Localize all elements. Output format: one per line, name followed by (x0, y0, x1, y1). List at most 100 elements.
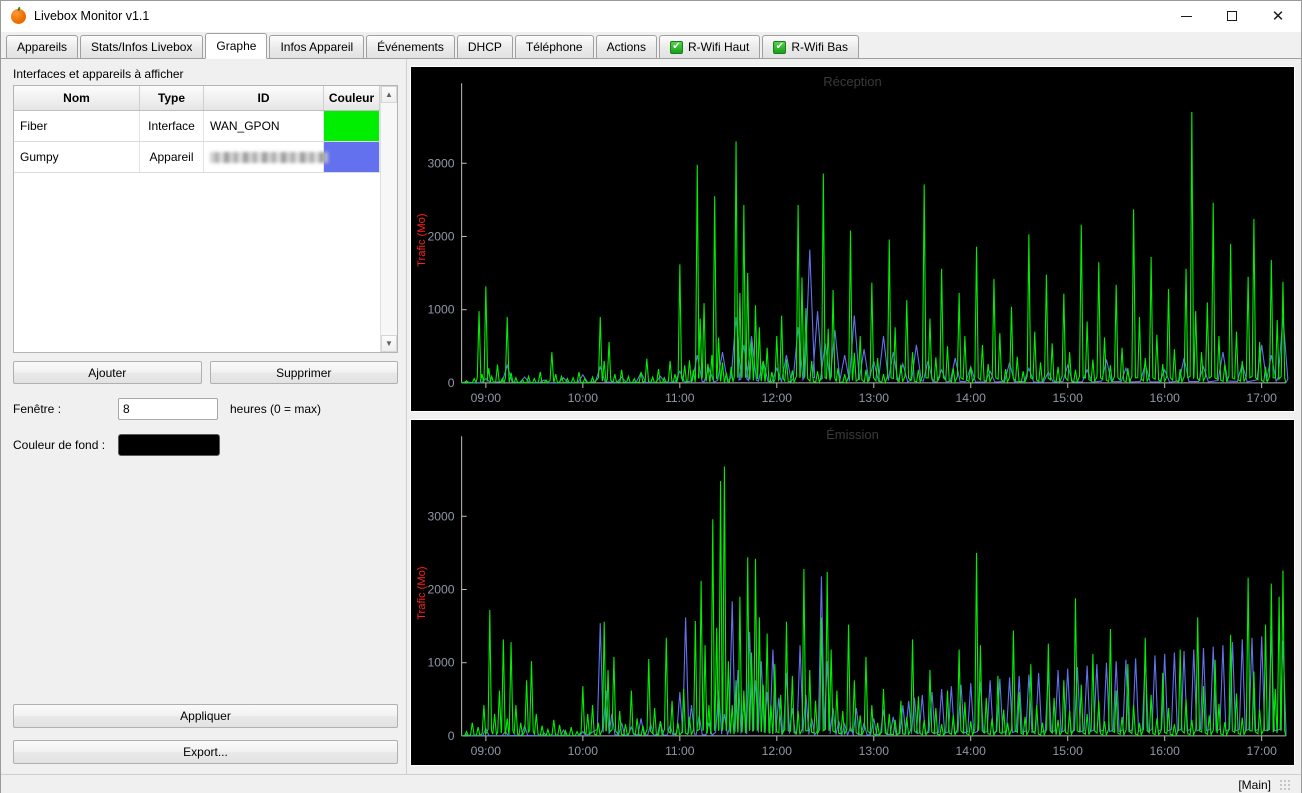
color-swatch[interactable] (324, 110, 379, 141)
svg-text:2000: 2000 (428, 583, 455, 597)
tab-label: R-Wifi Bas (791, 40, 848, 54)
tab-label: Téléphone (525, 40, 583, 54)
svg-text:3000: 3000 (428, 510, 455, 524)
svg-text:09:00: 09:00 (471, 391, 502, 405)
svg-text:Trafic (Mo): Trafic (Mo) (416, 213, 428, 267)
svg-text:16:00: 16:00 (1149, 744, 1180, 758)
column-header-type[interactable]: Type (139, 86, 204, 111)
app-logo-icon (11, 8, 26, 24)
svg-text:10:00: 10:00 (568, 744, 599, 758)
svg-text:13:00: 13:00 (859, 391, 890, 405)
tab-label: Actions (606, 40, 646, 54)
column-header-id[interactable]: ID (203, 86, 324, 111)
svg-text:3000: 3000 (428, 156, 455, 170)
tab-label: Graphe (216, 39, 257, 53)
svg-text:Trafic (Mo): Trafic (Mo) (416, 566, 428, 620)
svg-text:14:00: 14:00 (956, 391, 987, 405)
emission-chart-plot: 0 1000 2000 3000 Trafic (Mo) 09:00 10:00 11:00 1… (416, 436, 1294, 758)
svg-text:12:00: 12:00 (762, 744, 793, 758)
tab-label: Infos Appareil (280, 40, 354, 54)
svg-text:11:00: 11:00 (665, 391, 695, 405)
svg-text:09:00: 09:00 (471, 744, 502, 758)
svg-text:0: 0 (448, 729, 455, 743)
svg-text:17:00: 17:00 (1246, 391, 1277, 405)
check-icon: ✔ (669, 40, 683, 54)
svg-text:17:00: 17:00 (1246, 744, 1277, 758)
tab-stats-infos-livebox[interactable]: Stats/Infos Livebox (80, 35, 204, 58)
table-actions: Ajouter Supprimer (13, 361, 398, 384)
svg-text:2000: 2000 (428, 230, 455, 244)
svg-text:14:00: 14:00 (956, 744, 987, 758)
cell-type: Interface (139, 110, 204, 142)
tab-label: DHCP (467, 40, 502, 54)
cell-couleur[interactable] (323, 110, 380, 142)
status-bar: [Main] (1, 773, 1301, 793)
minimize-button[interactable] (1163, 1, 1209, 32)
resize-grip-icon[interactable] (1279, 779, 1291, 792)
cell-couleur[interactable] (323, 141, 380, 173)
tab-t-l-phone[interactable]: Téléphone (514, 35, 594, 58)
column-header-nom[interactable]: Nom (14, 86, 140, 111)
tab-v-nements[interactable]: Événements (366, 35, 455, 58)
tab-graphe[interactable]: Graphe (205, 33, 268, 59)
window-hours-input[interactable] (118, 398, 218, 420)
scroll-down-icon[interactable]: ▼ (381, 335, 397, 352)
cell-nom: Fiber (14, 110, 140, 142)
apply-button[interactable]: Appliquer (13, 703, 398, 728)
tab-label: R-Wifi Haut (687, 40, 750, 54)
redacted-id (210, 151, 328, 163)
tab-dhcp[interactable]: DHCP (456, 35, 513, 58)
export-button[interactable]: Export... (13, 739, 398, 764)
cell-nom: Gumpy (14, 141, 140, 173)
emission-chart[interactable]: Émission 0 1000 2000 3000 Trafic (Mo) 09:00 10… (410, 419, 1295, 766)
section-label: Interfaces et appareils à afficher (13, 67, 184, 81)
add-button[interactable]: Ajouter (13, 361, 202, 384)
svg-text:15:00: 15:00 (1053, 391, 1084, 405)
maximize-icon (1227, 11, 1237, 21)
close-icon: ✕ (1271, 6, 1285, 25)
svg-text:16:00: 16:00 (1149, 391, 1180, 405)
close-button[interactable]: ✕ (1255, 1, 1301, 32)
svg-text:1000: 1000 (428, 656, 455, 670)
tab-infos-appareil[interactable]: Infos Appareil (269, 35, 365, 58)
svg-text:11:00: 11:00 (665, 744, 695, 758)
cell-type: Appareil (139, 141, 204, 173)
table-row[interactable]: Gumpy Appareil (14, 141, 380, 173)
charts-panel: Réception 0 1000 2000 3000 Trafic (Mo) 09:00 1… (407, 59, 1301, 774)
background-color-row: Couleur de fond : (13, 434, 398, 456)
tab-r-wifi-haut[interactable]: ✔ R-Wifi Haut (658, 35, 761, 58)
window-hours-row: Fenêtre : heures (0 = max) (13, 398, 398, 420)
reception-chart[interactable]: Réception 0 1000 2000 3000 Trafic (Mo) 09:00 1… (410, 66, 1295, 413)
tab-label: Événements (377, 40, 444, 54)
color-swatch[interactable] (324, 141, 379, 172)
status-text: [Main] (1238, 778, 1271, 793)
table-header-row: Nom Type ID Couleur (14, 86, 380, 111)
column-header-couleur[interactable]: Couleur (323, 86, 380, 111)
svg-text:10:00: 10:00 (568, 391, 599, 405)
window-hours-label: Fenêtre : (13, 402, 62, 416)
cell-id: WAN_GPON (203, 110, 324, 142)
tab-label: Appareils (17, 40, 68, 54)
svg-text:13:00: 13:00 (859, 744, 890, 758)
scroll-up-icon[interactable]: ▲ (381, 86, 397, 103)
left-pane-spacer (13, 456, 398, 704)
window-title: Livebox Monitor v1.1 (34, 9, 150, 23)
cell-id (203, 141, 328, 173)
settings-panel: Interfaces et appareils à afficher Nom Ty… (1, 59, 407, 774)
tab-label: Stats/Infos Livebox (91, 40, 193, 54)
maximize-button[interactable] (1209, 1, 1255, 32)
svg-text:0: 0 (448, 376, 455, 390)
tab-appareils[interactable]: Appareils (6, 35, 79, 58)
tab-actions[interactable]: Actions (595, 35, 657, 58)
table-scrollbar[interactable]: ▲ ▼ (380, 86, 397, 352)
remove-button[interactable]: Supprimer (209, 361, 398, 384)
background-color-label: Couleur de fond : (13, 438, 106, 452)
bottom-actions: Appliquer Export... (13, 703, 398, 774)
interfaces-table: Nom Type ID Couleur Fiber Interface WAN_GPON G… (13, 85, 398, 353)
window-hours-suffix: heures (0 = max) (230, 402, 322, 416)
background-color-swatch[interactable] (118, 434, 220, 456)
tab-r-wifi-bas[interactable]: ✔ R-Wifi Bas (762, 35, 859, 58)
table-row[interactable]: Fiber Interface WAN_GPON (14, 110, 380, 142)
svg-text:1000: 1000 (428, 303, 455, 317)
window-controls: ✕ (1163, 1, 1301, 32)
